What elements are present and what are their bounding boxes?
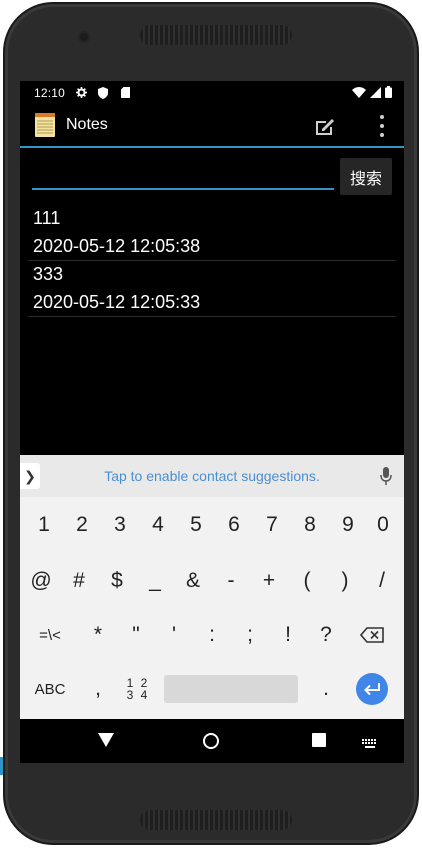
key[interactable]: 6 (215, 497, 253, 553)
key[interactable]: 9 (329, 497, 367, 553)
dot (380, 133, 384, 137)
key[interactable]: ) (326, 553, 364, 609)
key-abc[interactable]: ABC (28, 661, 72, 717)
key[interactable]: 7 (253, 497, 291, 553)
key[interactable]: + (250, 553, 288, 609)
notepad-icon (35, 113, 55, 137)
key[interactable]: ( (288, 553, 326, 609)
more-vert-icon[interactable] (378, 115, 386, 137)
suggestion-strip: ❯ Tap to enable contact suggestions. (20, 455, 404, 497)
key[interactable]: - (212, 553, 250, 609)
dot (380, 124, 384, 128)
bottom-speaker (140, 810, 292, 830)
search-input[interactable] (32, 170, 334, 190)
soft-keyboard: ❯ Tap to enable contact suggestions. 1 2… (20, 455, 404, 719)
recent-apps-icon[interactable] (312, 733, 326, 747)
back-icon[interactable] (98, 733, 114, 752)
key[interactable]: ' (155, 607, 193, 663)
search-button[interactable]: 搜索 (340, 158, 392, 195)
key[interactable]: " (117, 607, 155, 663)
mic-icon[interactable] (380, 467, 392, 485)
keyboard-row-bottom: ABC , 1 2 3 4 . (20, 661, 404, 717)
suggestion-text[interactable]: Tap to enable contact suggestions. (104, 468, 320, 484)
key[interactable]: 5 (177, 497, 215, 553)
spacebar[interactable] (164, 675, 298, 703)
home-icon[interactable] (203, 733, 219, 749)
signal-icon (370, 86, 381, 101)
key[interactable]: / (363, 553, 401, 609)
notes-list: 111 2020-05-12 12:05:38 333 2020-05-12 1… (20, 205, 404, 317)
nav-bar (20, 719, 404, 763)
key-more-symbols[interactable]: =\< (32, 607, 68, 663)
note-timestamp: 2020-05-12 12:05:38 (33, 236, 201, 256)
screen: 12:10 Notes 搜索 111 2020-05-12 12:05:38 3… (20, 81, 404, 763)
note-title: 333 (33, 264, 64, 284)
note-title: 111 (33, 208, 61, 228)
app-bar: Notes (20, 104, 404, 148)
backspace-icon[interactable] (357, 607, 387, 663)
key[interactable]: # (60, 553, 98, 609)
key-period[interactable]: . (308, 661, 344, 717)
key-numpad[interactable]: 1 2 3 4 (120, 661, 156, 717)
enter-key[interactable] (356, 673, 388, 705)
key[interactable]: 3 (101, 497, 139, 553)
key[interactable]: & (174, 553, 212, 609)
edge-marker (0, 757, 3, 775)
key[interactable]: ! (269, 607, 307, 663)
keyboard-row-digits: 1 2 3 4 5 6 7 8 9 0 (20, 497, 404, 553)
key[interactable]: * (79, 607, 117, 663)
key[interactable]: $ (98, 553, 136, 609)
key[interactable]: 0 (364, 497, 402, 553)
gear-icon (75, 87, 87, 99)
dot (380, 115, 384, 119)
sdcard-icon (119, 87, 131, 99)
list-item[interactable]: 111 2020-05-12 12:05:38 (28, 205, 396, 261)
front-camera (78, 31, 90, 43)
list-item[interactable]: 333 2020-05-12 12:05:33 (28, 261, 396, 317)
key[interactable]: _ (136, 553, 174, 609)
earpiece-speaker (140, 25, 292, 45)
shield-icon (97, 86, 109, 99)
battery-icon (385, 86, 392, 101)
status-time: 12:10 (34, 85, 66, 100)
keyboard-row-punct: =\< * " ' : ; ! ? (20, 607, 404, 663)
key[interactable]: ; (231, 607, 269, 663)
note-timestamp: 2020-05-12 12:05:33 (33, 292, 201, 312)
app-title: Notes (66, 116, 108, 133)
chevron-right-icon[interactable]: ❯ (20, 463, 40, 489)
search-row: 搜索 (20, 150, 404, 206)
enter-icon (364, 683, 380, 696)
key[interactable]: ? (307, 607, 345, 663)
keyboard-switch-icon[interactable] (362, 736, 378, 748)
key[interactable]: 1 (25, 497, 63, 553)
keyboard-row-symbols: @ # $ _ & - + ( ) / (20, 553, 404, 609)
key[interactable]: : (193, 607, 231, 663)
status-right-icons (352, 86, 392, 101)
key[interactable]: 2 (63, 497, 101, 553)
key[interactable]: 8 (291, 497, 329, 553)
key[interactable]: @ (21, 553, 61, 609)
numpad-bottom-label: 3 4 (126, 688, 150, 702)
edit-icon[interactable] (314, 115, 336, 137)
wifi-icon (352, 86, 366, 101)
status-bar: 12:10 (20, 81, 404, 104)
key[interactable]: 4 (139, 497, 177, 553)
key-comma[interactable]: , (80, 661, 116, 717)
